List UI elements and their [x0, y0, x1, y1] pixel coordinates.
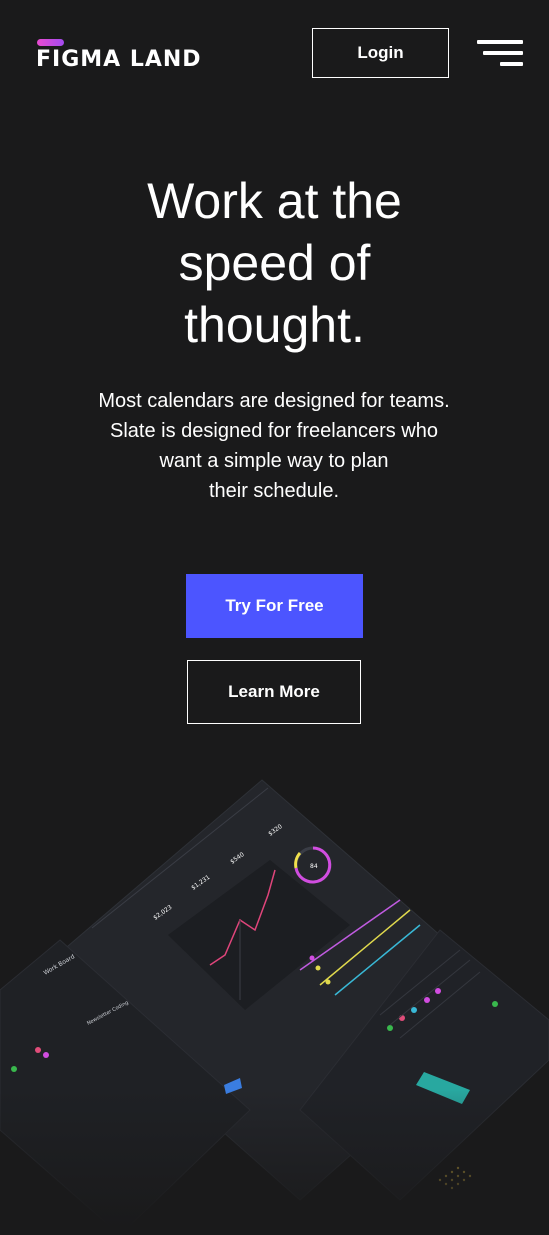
hero-subtitle-line: want a simple way to plan	[159, 450, 389, 472]
hero-subtitle-line: Most calendars are designed for teams.	[98, 390, 450, 412]
logo-accent-bar	[37, 39, 64, 46]
hero-title-line: thought.	[184, 297, 365, 353]
hero-title-line: Work at the	[147, 173, 402, 229]
dashboard-mockup: 84 $2,023 $1,231 $540 $320 Work Board Ne…	[0, 760, 549, 1235]
hamburger-menu-icon[interactable]	[477, 40, 523, 68]
hero-title-line: speed of	[178, 235, 371, 291]
learn-more-button[interactable]: Learn More	[187, 660, 361, 724]
hero-subtitle-line: Slate is designed for freelancers who	[110, 420, 438, 442]
logo-text: FIGMA LAND	[36, 47, 202, 72]
figma-land-logo[interactable]: FIGMA LAND	[36, 38, 216, 78]
ring-value: 84	[310, 863, 318, 870]
hero-title: Work at the speed of thought.	[0, 170, 549, 356]
mockup-fade-overlay	[0, 1090, 549, 1235]
hero-subtitle-line: their schedule.	[208, 480, 340, 502]
login-button[interactable]: Login	[312, 28, 449, 78]
site-header: FIGMA LAND Login	[0, 0, 549, 110]
try-for-free-button[interactable]: Try For Free	[186, 574, 363, 638]
hero-subtitle: Most calendars are designed for teams. S…	[74, 386, 474, 506]
